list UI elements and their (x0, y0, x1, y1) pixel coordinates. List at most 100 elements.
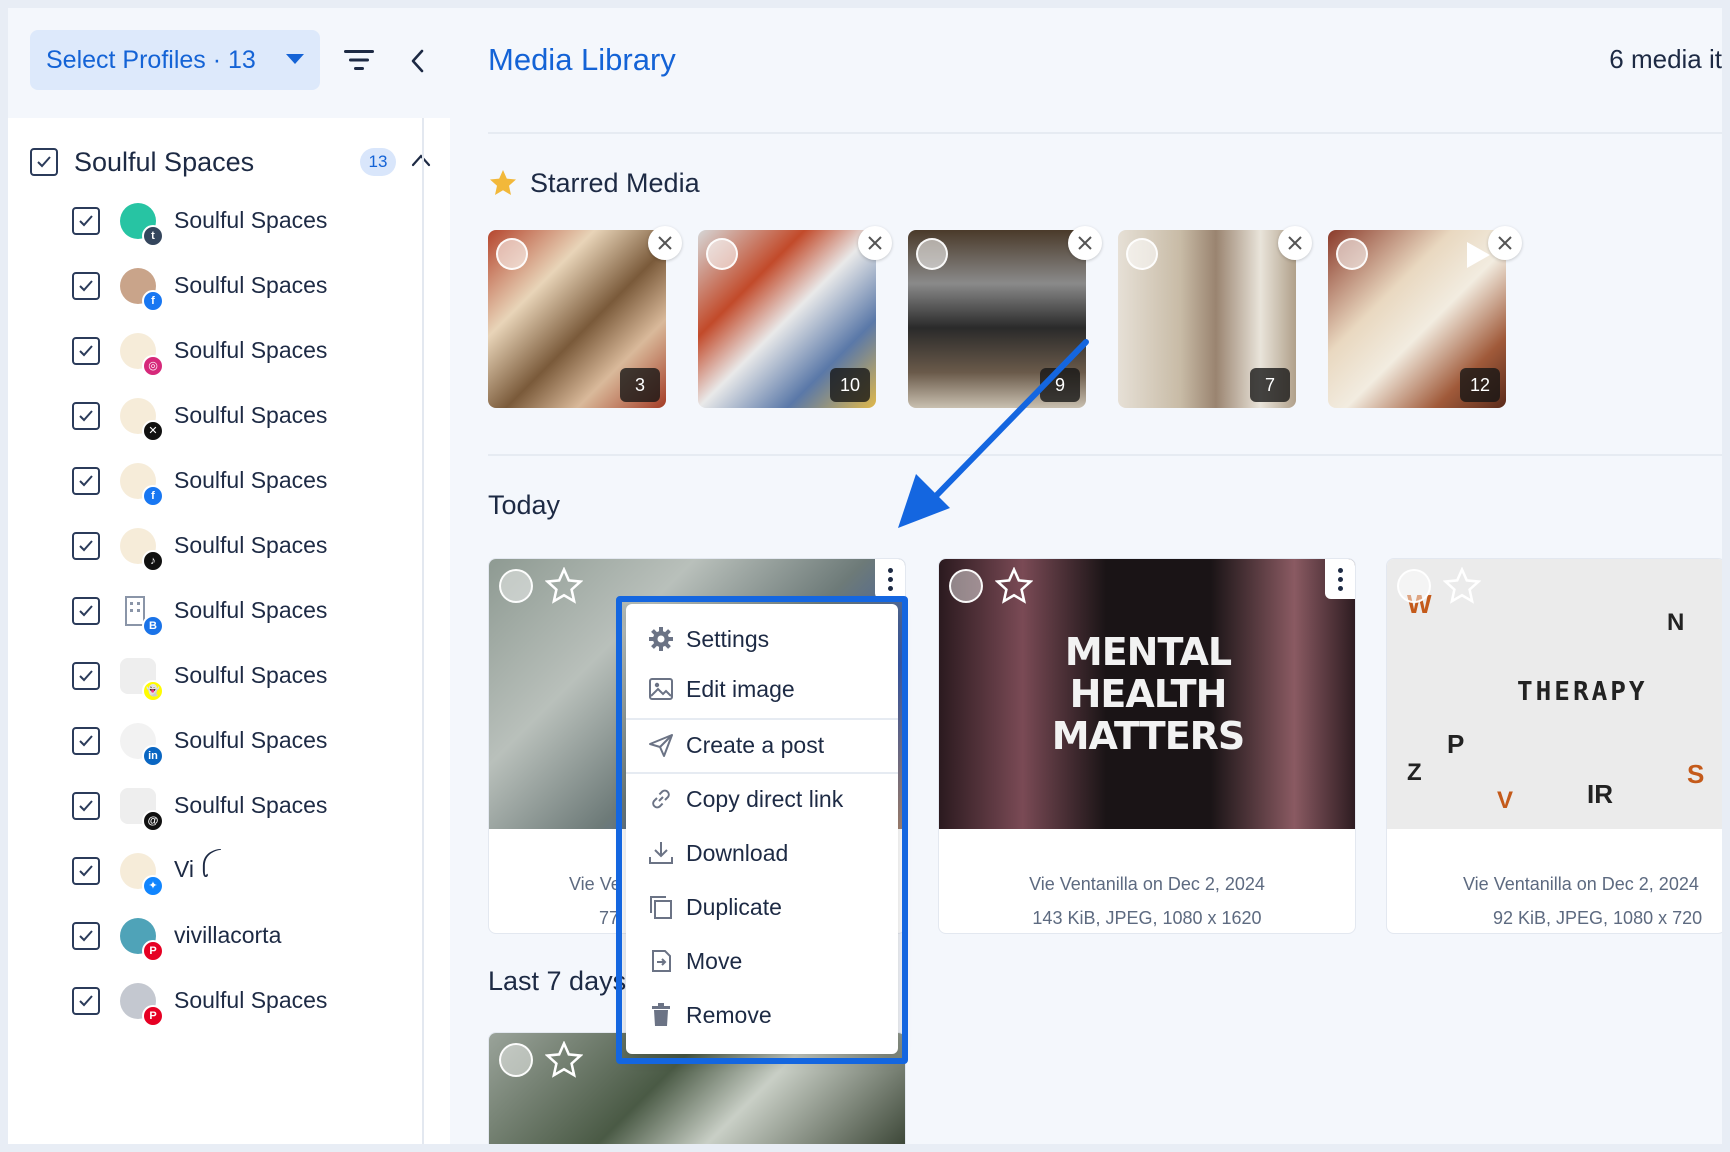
profile-item[interactable]: 👻 Soulful Spaces (72, 643, 412, 708)
profile-item[interactable]: P vivillacorta (72, 903, 412, 968)
profile-checkbox[interactable] (72, 401, 100, 430)
select-circle[interactable] (949, 569, 983, 603)
media-card[interactable]: MENTAL HEALTH MATTERS Vie Ventanilla on … (938, 558, 1356, 934)
starred-thumbnail[interactable]: 3 (488, 230, 666, 408)
thumb-count: 12 (1460, 368, 1500, 402)
profile-group-row[interactable]: Soulful Spaces 13 (30, 142, 432, 182)
profile-item[interactable]: @ Soulful Spaces (72, 773, 412, 838)
profile-checkbox[interactable] (72, 336, 100, 365)
menu-item-edit-image[interactable]: Edit image (626, 664, 898, 714)
check-icon (37, 156, 51, 168)
select-circle[interactable] (706, 238, 738, 270)
threads-icon: @ (142, 809, 164, 832)
avatar: ◎ (120, 332, 164, 377)
profile-label: Soulful Spaces (174, 532, 328, 558)
link-icon (652, 789, 670, 809)
unstar-close-icon[interactable] (858, 226, 892, 260)
star-outline-icon[interactable] (545, 1041, 583, 1079)
facebook-icon: f (142, 289, 164, 312)
group-checkbox[interactable] (30, 148, 58, 176)
profile-item[interactable]: ✕ Soulful Spaces (72, 383, 412, 448)
menu-item-settings[interactable]: Settings (626, 614, 898, 664)
profile-item[interactable]: f Soulful Spaces (72, 448, 412, 513)
profile-checkbox[interactable] (72, 596, 100, 625)
select-circle[interactable] (496, 238, 528, 270)
profile-item[interactable]: B Soulful Spaces (72, 578, 412, 643)
profile-item[interactable]: ✦ Vi ꪶ (72, 838, 412, 903)
star-outline-icon[interactable] (545, 567, 583, 605)
select-circle[interactable] (1336, 238, 1368, 270)
profile-label: Soulful Spaces (174, 662, 328, 688)
card-file-info: 92 KiB, JPEG, 1080 x 720 (1493, 908, 1703, 928)
menu-item-download[interactable]: Download (626, 828, 898, 878)
check-icon (79, 604, 93, 616)
x-logo-icon: ✕ (142, 419, 164, 442)
profile-checkbox[interactable] (72, 271, 100, 300)
more-options-icon[interactable] (875, 559, 905, 599)
profile-checkbox[interactable] (72, 531, 100, 560)
chevron-left-icon[interactable] (408, 48, 428, 74)
thumb-count: 3 (620, 368, 660, 402)
select-profiles-dropdown[interactable]: Select Profiles · 13 (30, 30, 320, 90)
profile-checkbox[interactable] (72, 206, 100, 235)
profile-checkbox[interactable] (72, 726, 100, 755)
select-circle[interactable] (499, 1043, 533, 1077)
card-author: Vie Ventanilla on Dec 2, 2024 (1029, 874, 1265, 894)
star-outline-icon[interactable] (1443, 567, 1481, 605)
profile-label: Soulful Spaces (174, 987, 328, 1013)
tiktok-icon: ♪ (142, 549, 164, 572)
menu-item-duplicate[interactable]: Duplicate (626, 882, 898, 932)
menu-item-label: Download (686, 839, 789, 866)
menu-item-label: Duplicate (686, 893, 782, 920)
avatar: f (120, 462, 164, 507)
select-circle[interactable] (1397, 569, 1431, 603)
more-options-icon[interactable] (1325, 559, 1355, 599)
avatar: ✦ (120, 852, 164, 897)
starred-thumbnail[interactable]: 7 (1118, 230, 1296, 408)
select-circle[interactable] (916, 238, 948, 270)
instagram-icon: ◎ (142, 354, 164, 377)
profile-checkbox[interactable] (72, 466, 100, 495)
unstar-close-icon[interactable] (648, 226, 682, 260)
profile-item[interactable]: ♪ Soulful Spaces (72, 513, 412, 578)
avatar: ♪ (120, 527, 164, 572)
thumb-count: 10 (830, 368, 870, 402)
profile-item[interactable]: P Soulful Spaces (72, 968, 412, 1033)
media-card[interactable]: THERAPY W N P S IR V Z Vie Ventanilla on… (1386, 558, 1722, 934)
profile-checkbox[interactable] (72, 921, 100, 950)
profile-item[interactable]: f Soulful Spaces (72, 253, 412, 318)
profile-item[interactable]: t Soulful Spaces (72, 188, 412, 253)
profile-item[interactable]: in Soulful Spaces (72, 708, 412, 773)
thumb-text: HEALTH (1069, 672, 1228, 716)
starred-media-title: Starred Media (530, 168, 700, 198)
profile-checkbox[interactable] (72, 661, 100, 690)
menu-item-remove[interactable]: Remove (626, 990, 898, 1040)
filter-icon[interactable] (344, 48, 374, 72)
starred-thumbnail[interactable]: 9 (908, 230, 1086, 408)
profile-checkbox[interactable] (72, 856, 100, 885)
avatar: f (120, 267, 164, 312)
unstar-close-icon[interactable] (1068, 226, 1102, 260)
unstar-close-icon[interactable] (1278, 226, 1312, 260)
select-circle[interactable] (499, 569, 533, 603)
starred-thumbnail[interactable]: 12 (1328, 230, 1506, 408)
profile-item[interactable]: ◎ Soulful Spaces (72, 318, 412, 383)
menu-item-label: Move (686, 947, 743, 974)
divider (488, 454, 1722, 456)
menu-item-move[interactable]: Move (626, 936, 898, 986)
profile-label: Soulful Spaces (174, 467, 328, 493)
profile-checkbox[interactable] (72, 986, 100, 1015)
starred-thumbnail[interactable]: 10 (698, 230, 876, 408)
check-icon (79, 929, 93, 941)
menu-item-create-post[interactable]: Create a post (626, 720, 898, 770)
select-circle[interactable] (1126, 238, 1158, 270)
unstar-close-icon[interactable] (1488, 226, 1522, 260)
group-count-badge: 13 (360, 148, 396, 176)
check-icon (79, 799, 93, 811)
today-title: Today (488, 490, 561, 520)
menu-item-copy-link[interactable]: Copy direct link (626, 774, 898, 824)
duplicate-icon (650, 896, 672, 919)
star-outline-icon[interactable] (995, 567, 1033, 605)
chevron-up-icon[interactable] (410, 150, 432, 172)
profile-checkbox[interactable] (72, 791, 100, 820)
